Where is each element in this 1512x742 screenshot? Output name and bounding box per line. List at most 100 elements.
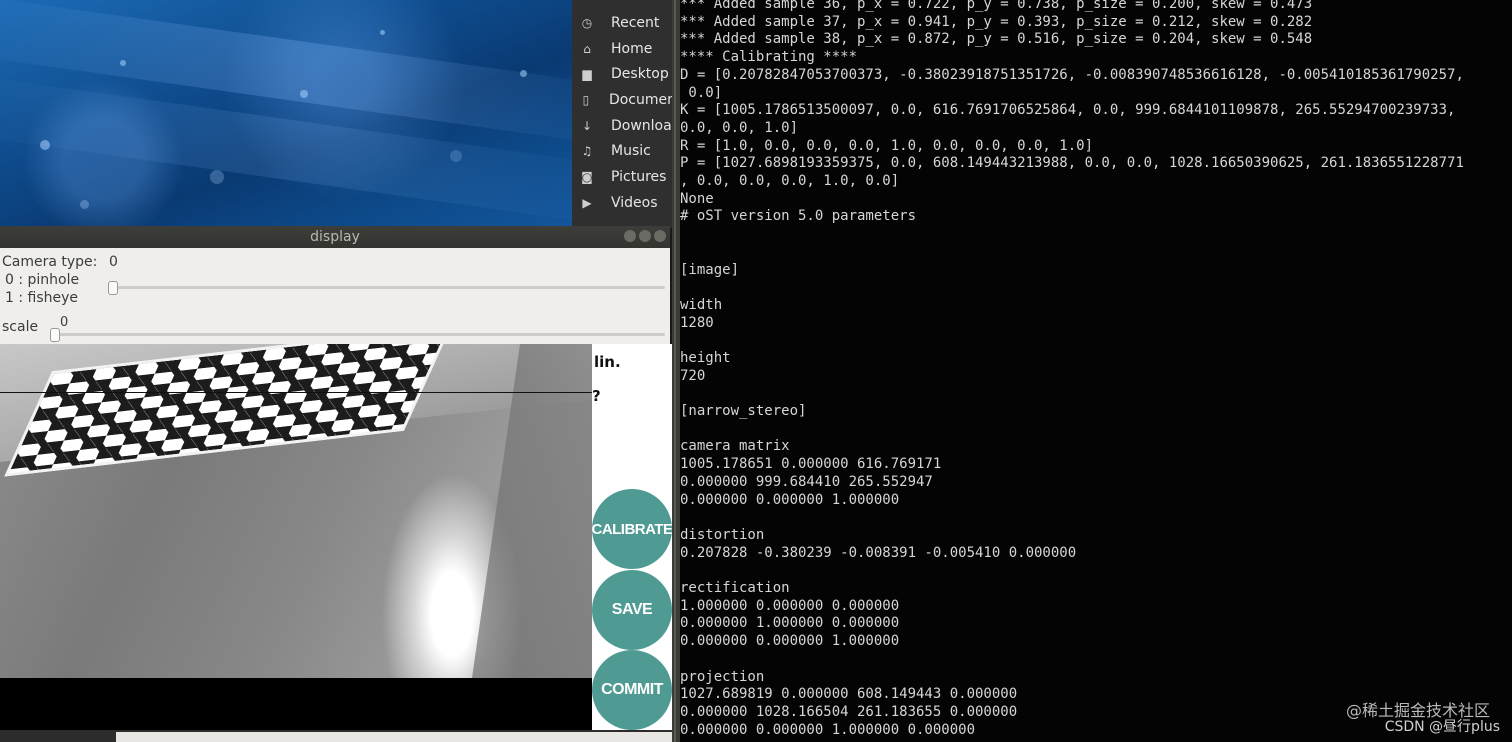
commit-button-label: COMMIT: [601, 681, 663, 698]
terminal-line: R = [1.0, 0.0, 0.0, 0.0, 1.0, 0.0, 0.0, …: [680, 137, 1094, 154]
scale-slider-thumb[interactable]: [50, 328, 60, 342]
scale-slider[interactable]: [52, 333, 665, 336]
save-button-label: SAVE: [611, 601, 653, 618]
home-icon: ⌂: [583, 41, 591, 56]
bottom-strip: [0, 730, 672, 742]
file-manager-sidebar: ◷ Recent ⌂ Home ▆ Desktop ▯ Documen ↓ Do…: [572, 0, 676, 228]
question-label: ?: [592, 387, 601, 405]
sidebar-item-desktop[interactable]: ▆ Desktop: [572, 61, 676, 87]
terminal-line: distortion: [680, 526, 765, 543]
desktop-wallpaper: [0, 0, 572, 228]
terminal-window[interactable]: *** Added sample 36, p_x = 0.722, p_y = …: [680, 0, 1512, 742]
close-button[interactable]: [654, 230, 666, 242]
terminal-line: **** Calibrating ****: [680, 49, 858, 66]
terminal-output: *** Added sample 36, p_x = 0.722, p_y = …: [680, 0, 1464, 739]
camera-icon: ◙: [581, 169, 593, 184]
camera-type-value: 0: [109, 254, 118, 270]
camera-bottom-band: [0, 678, 592, 730]
wallpaper-bokeh: [300, 90, 308, 98]
sidebar-item-recent[interactable]: ◷ Recent: [572, 10, 676, 36]
wallpaper-bokeh: [450, 150, 462, 162]
sidebar-item-pictures[interactable]: ◙ Pictures: [572, 164, 676, 190]
calibrate-button[interactable]: CALIBRATE: [591, 489, 673, 569]
sidebar-item-label: Home: [611, 40, 653, 57]
scale-label: scale: [2, 319, 39, 335]
terminal-line: width: [680, 296, 723, 313]
music-icon: ♫: [581, 144, 593, 159]
terminal-line: 1.000000 0.000000 0.000000: [680, 597, 900, 614]
maximize-button[interactable]: [639, 230, 651, 242]
terminal-line: , 0.0, 0.0, 0.0, 1.0, 0.0]: [680, 173, 900, 190]
horizontal-scrollbar[interactable]: [116, 732, 672, 742]
display-controls: Camera type: 0 0 : pinhole 1 : fisheye s…: [0, 248, 670, 345]
terminal-line: 0.000000 999.684410 265.552947: [680, 473, 933, 490]
sidebar-item-documents[interactable]: ▯ Documen: [572, 87, 676, 113]
terminal-line: None: [680, 190, 714, 207]
terminal-line: projection: [680, 668, 765, 685]
sidebar-item-label: Videos: [611, 194, 658, 211]
document-icon: ▯: [582, 92, 590, 107]
clock-icon: ◷: [581, 15, 593, 30]
terminal-line: rectification: [680, 580, 790, 597]
terminal-line: height: [680, 350, 731, 366]
camera-type-option-fisheye: 1 : fisheye: [5, 290, 79, 306]
sidebar-item-videos[interactable]: ▶ Videos: [572, 190, 676, 216]
wallpaper-bokeh: [40, 140, 50, 150]
terminal-line: 1280: [680, 314, 714, 331]
sidebar-item-label: Downloa: [611, 117, 672, 134]
sidebar-item-label: Desktop: [611, 66, 669, 83]
terminal-line: P = [1027.6898193359375, 0.0, 608.149443…: [680, 155, 1464, 172]
wallpaper-bokeh: [520, 70, 527, 77]
wallpaper-bokeh: [80, 200, 89, 209]
camera-type-label: Camera type:: [2, 254, 98, 270]
terminal-line: *** Added sample 37, p_x = 0.941, p_y = …: [680, 13, 1313, 30]
camera-type-option-pinhole: 0 : pinhole: [5, 272, 80, 288]
window-divider[interactable]: [672, 0, 680, 742]
window-controls: [624, 230, 666, 242]
terminal-line: D = [0.20782847053700373, -0.38023918751…: [680, 66, 1464, 83]
terminal-line: 0.0]: [680, 84, 723, 101]
terminal-line: 0.000000 1.000000 0.000000: [680, 615, 900, 632]
video-icon: ▶: [582, 195, 592, 210]
camera-image: [0, 344, 592, 678]
display-window-titlebar[interactable]: display: [0, 226, 670, 248]
terminal-line: 0.207828 -0.380239 -0.008391 -0.005410 0…: [680, 544, 1077, 561]
calibrate-button-label: CALIBRATE: [591, 520, 673, 538]
lin-label: lin.: [594, 353, 621, 371]
camera-type-slider[interactable]: [110, 286, 665, 289]
terminal-line: # oST version 5.0 parameters: [680, 208, 917, 225]
wallpaper-bokeh: [380, 30, 385, 35]
terminal-line: *** Added sample 36, p_x = 0.722, p_y = …: [680, 0, 1313, 12]
folder-icon: ▆: [582, 67, 592, 82]
minimize-button[interactable]: [624, 230, 636, 242]
sidebar-item-downloads[interactable]: ↓ Downloa: [572, 113, 676, 139]
terminal-line: 0.000000 0.000000 1.000000 0.000000: [680, 721, 976, 738]
wallpaper-bokeh: [120, 60, 126, 66]
terminal-line: 1005.178651 0.000000 616.769171: [680, 456, 942, 473]
wallpaper-bokeh: [210, 170, 224, 184]
camera-type-slider-thumb[interactable]: [108, 281, 118, 295]
commit-button[interactable]: COMMIT: [592, 650, 672, 730]
sidebar-item-label: Music: [611, 143, 651, 160]
terminal-line: [image]: [680, 261, 740, 278]
download-icon: ↓: [581, 118, 593, 133]
sidebar-item-home[interactable]: ⌂ Home: [572, 36, 676, 62]
terminal-line: 0.0, 0.0, 1.0]: [680, 119, 799, 136]
sidebar-item-label: Pictures: [611, 168, 667, 185]
save-button[interactable]: SAVE: [592, 570, 672, 650]
sidebar-item-music[interactable]: ♫ Music: [572, 138, 676, 164]
terminal-line: 0.000000 0.000000 1.000000: [680, 633, 900, 650]
terminal-line: *** Added sample 38, p_x = 0.872, p_y = …: [680, 31, 1313, 48]
terminal-line: K = [1005.1786513500097, 0.0, 616.769170…: [680, 102, 1456, 119]
terminal-line: [narrow_stereo]: [680, 403, 807, 420]
sidebar-item-label: Documen: [608, 91, 676, 108]
scale-value: 0: [60, 315, 69, 330]
